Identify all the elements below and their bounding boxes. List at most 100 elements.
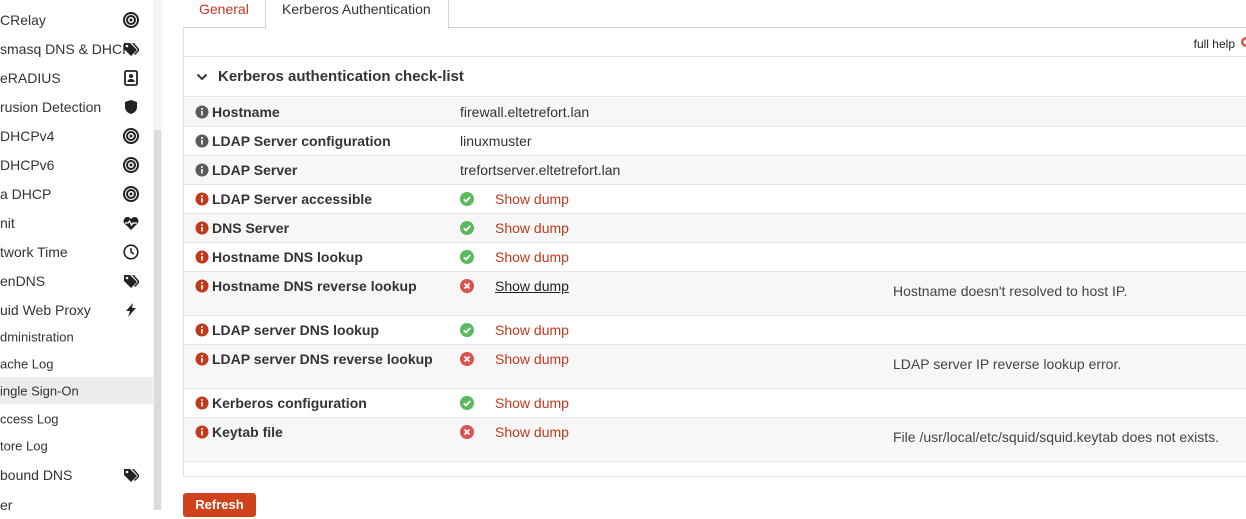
row-label: Keytab file <box>212 424 283 440</box>
table-row: Hostname DNS lookup Show dump <box>184 243 1246 272</box>
tags-icon <box>123 41 139 57</box>
info-icon[interactable] <box>195 323 209 337</box>
table-row: LDAP Server configuration linuxmuster <box>184 127 1246 156</box>
info-icon[interactable] <box>195 352 209 366</box>
row-label: LDAP Server accessible <box>212 191 372 207</box>
show-dump-link[interactable]: Show dump <box>495 191 569 207</box>
help-row: full help <box>184 28 1246 57</box>
chevron-down-icon[interactable] <box>196 71 208 83</box>
target-icon <box>123 157 139 173</box>
sidebar-item-opendns[interactable]: enDNS <box>0 266 153 295</box>
show-dump-link[interactable]: Show dump <box>495 322 569 338</box>
sidebar-item-label: DHCPv4 <box>0 128 54 144</box>
clock-icon <box>123 244 139 260</box>
table-row: LDAP server DNS reverse lookup Show dump… <box>184 345 1246 389</box>
tab-general[interactable]: General <box>183 0 264 28</box>
id-card-icon <box>123 70 139 86</box>
sidebar-item-label: bound DNS <box>0 467 72 483</box>
table-row: LDAP server DNS lookup Show dump <box>184 316 1246 345</box>
sidebar-item-label: ccess Log <box>0 411 59 426</box>
sidebar-item-single-sign-on[interactable]: ingle Sign-On <box>0 377 153 404</box>
table-row: LDAP Server accessible Show dump <box>184 185 1246 214</box>
row-value: linuxmuster <box>460 133 532 149</box>
check-circle-icon <box>460 192 474 206</box>
show-dump-link[interactable]: Show dump <box>495 424 569 440</box>
sidebar-item-access-log[interactable]: ccess Log <box>0 405 153 432</box>
tab-kerberos-authentication[interactable]: Kerberos Authentication <box>265 0 449 29</box>
row-message: File /usr/local/etc/squid/squid.keytab d… <box>893 429 1219 445</box>
error-circle-icon <box>460 425 474 439</box>
show-dump-link[interactable]: Show dump <box>495 249 569 265</box>
sidebar-item-label: CRelay <box>0 12 46 28</box>
row-message: Hostname doesn't resolved to host IP. <box>893 283 1127 299</box>
table-row: DNS Server Show dump <box>184 214 1246 243</box>
sidebar-item-monit[interactable]: nit <box>0 208 153 237</box>
sidebar-item-label: tore Log <box>0 438 48 453</box>
sidebar-item-isc-dhcpv4[interactable]: DHCPv4 <box>0 121 153 150</box>
full-help-link[interactable]: full help <box>1194 37 1235 51</box>
sidebar-item-administration[interactable]: dministration <box>0 323 153 350</box>
error-circle-icon <box>460 352 474 366</box>
sidebar-item-dnsmasq[interactable]: smasq DNS & DHCP <box>0 34 153 63</box>
section-title: Kerberos authentication check-list <box>218 68 464 85</box>
error-circle-icon <box>460 279 474 293</box>
toggle-icon[interactable] <box>1237 36 1246 48</box>
row-message: LDAP server IP reverse lookup error. <box>893 356 1121 372</box>
tags-icon <box>123 467 139 483</box>
refresh-button[interactable]: Refresh <box>183 493 256 517</box>
tab-bar: General Kerberos Authentication <box>183 0 1246 28</box>
row-label: LDAP Server <box>212 162 297 178</box>
info-icon[interactable] <box>195 163 209 177</box>
sidebar-item-label: a DHCP <box>0 186 51 202</box>
sidebar: CRelay smasq DNS & DHCP eRADIUS rusion D… <box>0 0 162 510</box>
sidebar-item-dhcrelay[interactable]: CRelay <box>0 5 153 34</box>
sidebar-item-store-log[interactable]: tore Log <box>0 432 153 459</box>
info-icon[interactable] <box>195 279 209 293</box>
target-icon <box>123 128 139 144</box>
table-row: Hostname DNS reverse lookup Show dump Ho… <box>184 272 1246 316</box>
sidebar-item-isc-dhcpv6[interactable]: DHCPv6 <box>0 150 153 179</box>
info-icon[interactable] <box>195 396 209 410</box>
info-icon[interactable] <box>195 105 209 119</box>
sidebar-item-squid-web-proxy[interactable]: uid Web Proxy <box>0 295 153 324</box>
sidebar-item-intrusion-detection[interactable]: rusion Detection <box>0 92 153 121</box>
row-label: Kerberos configuration <box>212 395 367 411</box>
tags-icon <box>123 273 139 289</box>
show-dump-link[interactable]: Show dump <box>495 395 569 411</box>
row-label: LDAP server DNS lookup <box>212 322 379 338</box>
sidebar-item-freeradius[interactable]: eRADIUS <box>0 63 153 92</box>
sidebar-scrollbar-thumb[interactable] <box>154 130 161 510</box>
info-icon[interactable] <box>195 192 209 206</box>
sidebar-item-unbound-dns[interactable]: bound DNS <box>0 460 153 489</box>
sidebar-item-partial[interactable]: er <box>0 490 153 519</box>
main-content: General Kerberos Authentication full hel… <box>183 0 1246 510</box>
row-label: Hostname DNS lookup <box>212 249 363 265</box>
check-circle-icon <box>460 221 474 235</box>
target-icon <box>123 12 139 28</box>
sidebar-item-network-time[interactable]: twork Time <box>0 237 153 266</box>
info-icon[interactable] <box>195 134 209 148</box>
sidebar-item-cache-log[interactable]: ache Log <box>0 350 153 377</box>
row-label: LDAP Server configuration <box>212 133 391 149</box>
sidebar-item-kea-dhcp[interactable]: a DHCP <box>0 179 153 208</box>
row-label: LDAP server DNS reverse lookup <box>212 351 433 367</box>
info-icon[interactable] <box>195 221 209 235</box>
row-label: Hostname DNS reverse lookup <box>212 278 417 294</box>
show-dump-link[interactable]: Show dump <box>495 351 569 367</box>
bolt-icon <box>123 302 139 318</box>
target-icon <box>123 186 139 202</box>
check-circle-icon <box>460 250 474 264</box>
sidebar-item-label: eRADIUS <box>0 70 61 86</box>
sidebar-item-label: ingle Sign-On <box>0 383 79 398</box>
sidebar-item-label: DHCPv6 <box>0 157 54 173</box>
info-icon[interactable] <box>195 425 209 439</box>
info-icon[interactable] <box>195 250 209 264</box>
check-circle-icon <box>460 323 474 337</box>
sidebar-item-label: er <box>0 497 12 513</box>
sidebar-item-label: twork Time <box>0 244 68 260</box>
section-header[interactable]: Kerberos authentication check-list <box>184 57 1246 97</box>
sidebar-item-label: enDNS <box>0 273 45 289</box>
show-dump-link[interactable]: Show dump <box>495 278 569 294</box>
show-dump-link[interactable]: Show dump <box>495 220 569 236</box>
sidebar-item-label: smasq DNS & DHCP <box>0 41 131 57</box>
